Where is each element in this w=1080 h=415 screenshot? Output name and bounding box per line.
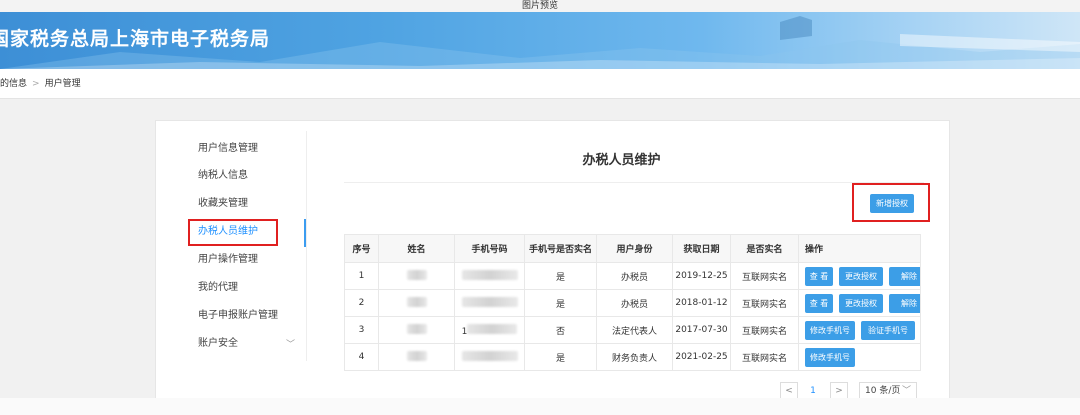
table-row: 4 是 财务负责人 2021-02-25 互联网实名 修改手机号 xyxy=(344,343,921,371)
add-authorization-button[interactable]: 新增授权 xyxy=(870,194,914,213)
sidebar-item-user-operations[interactable]: 用户操作管理 xyxy=(198,250,258,270)
phone-cell-redacted xyxy=(454,343,525,371)
role-cell: 办税员 xyxy=(596,262,673,290)
row-number: 2 xyxy=(344,289,379,317)
phone-realname-cell: 是 xyxy=(524,262,597,290)
verify-phone-button[interactable]: 验证手机号 xyxy=(861,321,915,340)
role-cell: 办税员 xyxy=(596,289,673,317)
column-header: 是否实名 xyxy=(730,234,799,263)
modify-phone-button[interactable]: 修改手机号 xyxy=(805,321,855,340)
role-cell: 法定代表人 xyxy=(596,316,673,344)
table-row: 2 是 办税员 2018-01-12 互联网实名 查 看 更改授权 解除 xyxy=(344,289,921,317)
column-header: 用户身份 xyxy=(596,234,673,263)
change-authorization-button[interactable]: 更改授权 xyxy=(839,294,883,313)
breadcrumb-current: 用户管理 xyxy=(44,79,81,89)
change-authorization-button[interactable]: 更改授权 xyxy=(839,267,883,286)
table-header-row: 序号 姓名 手机号码 手机号是否实名 用户身份 获取日期 是否实名 操作 xyxy=(344,234,921,263)
realname-cell: 互联网实名 xyxy=(730,316,799,344)
row-number: 4 xyxy=(344,343,379,371)
row-number: 3 xyxy=(344,316,379,344)
sidebar-divider xyxy=(306,131,307,361)
preview-title: 图片预览 xyxy=(521,1,558,11)
name-cell-redacted xyxy=(378,316,455,344)
modify-phone-button[interactable]: 修改手机号 xyxy=(805,348,855,367)
sidebar-item-account-security[interactable]: 账户安全 xyxy=(198,334,238,354)
chevron-down-icon[interactable]: ﹀ xyxy=(286,337,295,350)
phone-cell-redacted: 1 xyxy=(454,316,525,344)
phone-realname-cell: 是 xyxy=(524,289,597,317)
actions-cell: 修改手机号 验证手机号 xyxy=(798,316,921,344)
row-number: 1 xyxy=(344,262,379,290)
revoke-button[interactable]: 解除 xyxy=(889,267,920,286)
name-cell-redacted xyxy=(378,343,455,371)
page-title: 办税人员维护 xyxy=(582,153,661,168)
page-size-value: 10 条/页 xyxy=(865,386,901,396)
phone-cell-redacted xyxy=(454,262,525,290)
name-cell-redacted xyxy=(378,289,455,317)
actions-cell: 修改手机号 xyxy=(798,343,921,371)
revoke-button[interactable]: 解除 xyxy=(889,294,920,313)
sidebar-item-e-filing-account[interactable]: 电子申报账户管理 xyxy=(198,306,278,326)
date-cell: 2017-07-30 xyxy=(672,316,731,344)
breadcrumb-separator: > xyxy=(32,79,40,89)
actions-cell: 查 看 更改授权 解除 xyxy=(798,262,921,290)
sidebar-item-taxpayer-info[interactable]: 纳税人信息 xyxy=(198,166,248,186)
phone-realname-cell: 否 xyxy=(524,316,597,344)
name-cell-redacted xyxy=(378,262,455,290)
date-cell: 2018-01-12 xyxy=(672,289,731,317)
column-header: 手机号码 xyxy=(454,234,525,263)
sidebar-highlight-box xyxy=(188,219,278,246)
date-cell: 2019-12-25 xyxy=(672,262,731,290)
date-cell: 2021-02-25 xyxy=(672,343,731,371)
content-panel: 用户信息管理 纳税人信息 收藏夹管理 办税人员维护 用户操作管理 我的代理 电子… xyxy=(155,120,950,415)
sidebar-item-my-agency[interactable]: 我的代理 xyxy=(198,278,238,298)
realname-cell: 互联网实名 xyxy=(730,289,799,317)
table-row: 3 1 否 法定代表人 2017-07-30 互联网实名 修改手机号 验证手机号 xyxy=(344,316,921,344)
site-banner: 国家税务总局上海市电子税务局 xyxy=(0,12,1080,69)
site-title: 国家税务总局上海市电子税务局 xyxy=(0,28,271,50)
phone-cell-redacted xyxy=(454,289,525,317)
actions-cell: 查 看 更改授权 解除 xyxy=(798,289,921,317)
realname-cell: 互联网实名 xyxy=(730,262,799,290)
column-header: 序号 xyxy=(344,234,379,263)
view-button[interactable]: 查 看 xyxy=(805,267,833,286)
column-header: 手机号是否实名 xyxy=(524,234,597,263)
preview-bottom-strip xyxy=(0,398,1080,415)
role-cell: 财务负责人 xyxy=(596,343,673,371)
sidebar-item-user-info[interactable]: 用户信息管理 xyxy=(198,139,258,159)
column-header: 姓名 xyxy=(378,234,455,263)
sidebar-item-favorites[interactable]: 收藏夹管理 xyxy=(198,194,248,214)
realname-cell: 互联网实名 xyxy=(730,343,799,371)
phone-realname-cell: 是 xyxy=(524,343,597,371)
title-divider xyxy=(344,182,924,183)
column-header: 操作 xyxy=(798,234,921,263)
breadcrumb: 的信息 > 用户管理 xyxy=(0,69,1080,99)
preview-title-bar: 图片预览 xyxy=(0,0,1080,12)
column-header: 获取日期 xyxy=(672,234,731,263)
table-row: 1 是 办税员 2019-12-25 互联网实名 查 看 更改授权 解除 xyxy=(344,262,921,290)
view-button[interactable]: 查 看 xyxy=(805,294,833,313)
breadcrumb-parent[interactable]: 的信息 xyxy=(0,69,27,99)
tax-staff-table: 序号 姓名 手机号码 手机号是否实名 用户身份 获取日期 是否实名 操作 1 是… xyxy=(344,234,921,371)
